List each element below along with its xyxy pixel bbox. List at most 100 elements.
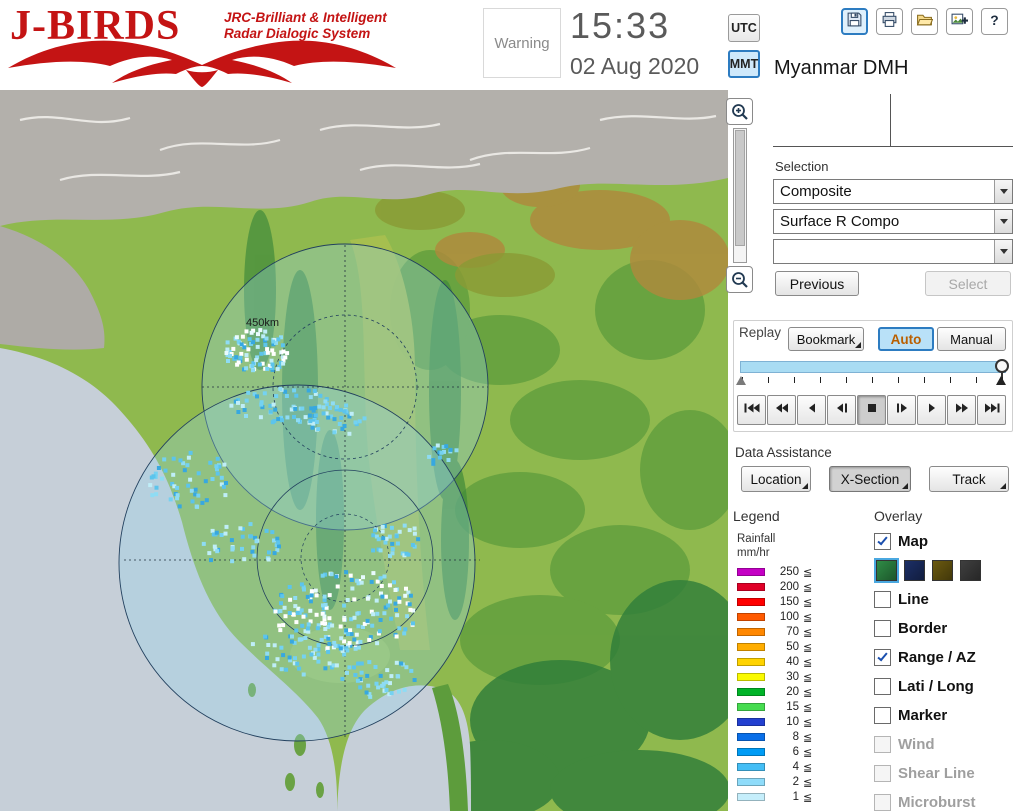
- zoom-in-button[interactable]: [726, 98, 753, 125]
- save-button[interactable]: [841, 8, 868, 35]
- track-button[interactable]: Track: [929, 466, 1009, 492]
- app-logo: J-BIRDS JRC-Brilliant & Intelligent Rada…: [6, 2, 416, 88]
- timeline-tick: [794, 377, 795, 383]
- frame-forward-button[interactable]: [887, 395, 916, 425]
- lati-long-checkbox[interactable]: [874, 677, 891, 695]
- map-style-swatch-1[interactable]: [904, 559, 925, 581]
- step-back-button[interactable]: [797, 395, 826, 425]
- overlay-row-marker: Marker: [874, 704, 1030, 726]
- timeline-tick: [950, 377, 951, 383]
- auto-mode-button[interactable]: Auto: [878, 327, 934, 351]
- legend-row: 2 ≦: [737, 776, 857, 789]
- legend-color-swatch: [737, 793, 765, 801]
- fast-forward-button[interactable]: [947, 395, 976, 425]
- chevron-down-icon[interactable]: [994, 210, 1012, 233]
- legend-color-swatch: [737, 598, 765, 606]
- legend-color-swatch: [737, 613, 765, 621]
- x-section-button[interactable]: X-Section: [829, 466, 911, 492]
- legend-value: 2: [792, 776, 799, 788]
- map-style-swatch-0[interactable]: [874, 557, 899, 583]
- timeline-tick: [872, 377, 873, 383]
- map-checkbox[interactable]: [874, 532, 891, 550]
- overlay-checkbox-label: Line: [898, 590, 929, 608]
- legend-value: 1: [792, 791, 799, 803]
- legend-color-swatch: [737, 703, 765, 711]
- product-dropdown[interactable]: Surface R Compo: [773, 209, 1013, 234]
- legend-color-swatch: [737, 583, 765, 591]
- manual-mode-button[interactable]: Manual: [937, 327, 1006, 351]
- overlay-row-microburst: Microburst: [874, 791, 1030, 811]
- skip-end-icon: [983, 401, 1001, 420]
- skip-start-button[interactable]: [737, 395, 766, 425]
- overlay-label: Overlay: [874, 508, 923, 524]
- legend-row: 50 ≦: [737, 641, 857, 654]
- help-button[interactable]: ?: [981, 8, 1008, 35]
- export-button[interactable]: [946, 8, 973, 35]
- map-style-swatches: [874, 557, 1030, 583]
- chevron-down-icon[interactable]: [994, 180, 1012, 203]
- fast-forward-icon: [953, 401, 971, 420]
- warning-panel[interactable]: Warning: [483, 8, 561, 78]
- radar-map[interactable]: 450km: [0, 90, 728, 811]
- legend-color-swatch: [737, 778, 765, 786]
- open-icon: [916, 11, 934, 33]
- range-az-checkbox[interactable]: [874, 648, 891, 666]
- option-dropdown[interactable]: [773, 239, 1013, 264]
- less-equal-symbol: ≦: [803, 671, 813, 684]
- timeline-start-marker: [736, 376, 746, 385]
- chevron-down-icon[interactable]: [994, 240, 1012, 263]
- replay-timeline-slider[interactable]: [740, 359, 1009, 382]
- utc-button[interactable]: UTC: [728, 14, 760, 42]
- location-button[interactable]: Location: [741, 466, 811, 492]
- bookmark-button[interactable]: Bookmark: [788, 327, 864, 351]
- stop-button[interactable]: [857, 395, 886, 425]
- legend-row: 100 ≦: [737, 611, 857, 624]
- timeline-end-marker: [996, 376, 1006, 385]
- less-equal-symbol: ≦: [803, 761, 813, 774]
- shear-line-checkbox: [874, 764, 891, 782]
- less-equal-symbol: ≦: [803, 776, 813, 789]
- less-equal-symbol: ≦: [803, 791, 813, 804]
- replay-label: Replay: [739, 325, 782, 340]
- skip-end-button[interactable]: [977, 395, 1006, 425]
- clock: 15:33 02 Aug 2020: [570, 5, 699, 80]
- border-checkbox[interactable]: [874, 619, 891, 637]
- less-equal-symbol: ≦: [803, 701, 813, 714]
- map-style-swatch-2[interactable]: [932, 559, 953, 581]
- timeline-tick: [898, 377, 899, 383]
- less-equal-symbol: ≦: [803, 581, 813, 594]
- less-equal-symbol: ≦: [803, 566, 813, 579]
- zoom-controls: [726, 96, 754, 306]
- overlay-checkbox-label: Border: [898, 619, 948, 637]
- magnifier-plus-icon: [731, 103, 748, 120]
- fast-rewind-button[interactable]: [767, 395, 796, 425]
- frame-back-button[interactable]: [827, 395, 856, 425]
- print-button[interactable]: [876, 8, 903, 35]
- previous-button[interactable]: Previous: [775, 271, 859, 296]
- timeline-tick: [768, 377, 769, 383]
- line-checkbox[interactable]: [874, 590, 891, 608]
- step-forward-button[interactable]: [917, 395, 946, 425]
- less-equal-symbol: ≦: [803, 686, 813, 699]
- map-style-swatch-3[interactable]: [960, 559, 981, 581]
- timeline-thumb[interactable]: [995, 359, 1009, 373]
- warning-label: Warning: [494, 34, 550, 52]
- legend-value: 10: [786, 716, 799, 728]
- legend-value: 200: [779, 581, 799, 593]
- marker-checkbox[interactable]: [874, 706, 891, 724]
- frame-back-icon: [833, 401, 851, 420]
- app-subtitle-line2: Radar Dialogic System: [224, 26, 371, 41]
- zoom-slider-thumb[interactable]: [735, 130, 745, 246]
- product-listbox[interactable]: [773, 94, 1013, 147]
- app-subtitle: JRC-Brilliant & Intelligent Radar Dialog…: [224, 10, 387, 42]
- open-button[interactable]: [911, 8, 938, 35]
- less-equal-symbol: ≦: [803, 626, 813, 639]
- microburst-checkbox: [874, 793, 891, 811]
- mmt-button[interactable]: MMT: [728, 50, 760, 78]
- category-dropdown[interactable]: Composite: [773, 179, 1013, 204]
- less-equal-symbol: ≦: [803, 656, 813, 669]
- zoom-slider[interactable]: [733, 128, 747, 263]
- legend-value: 4: [792, 761, 799, 773]
- zoom-out-button[interactable]: [726, 266, 753, 293]
- product-dropdown-value: Surface R Compo: [780, 213, 900, 230]
